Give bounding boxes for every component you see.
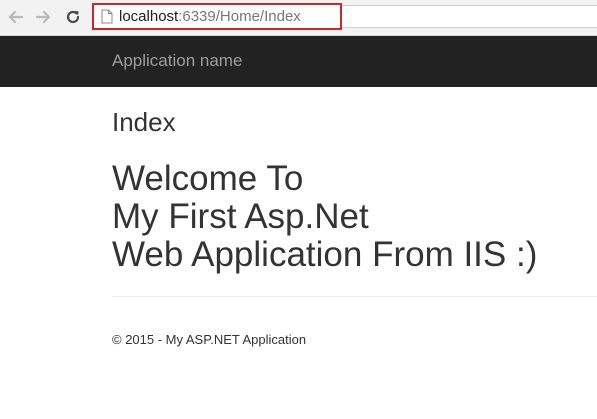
brand-link[interactable]: Application name xyxy=(112,51,242,71)
url-text: localhost:6339/Home/Index xyxy=(119,8,301,26)
welcome-line: Web Application From IIS :) xyxy=(112,235,538,274)
page-title: Index xyxy=(112,107,176,137)
url-path: :6339/Home/Index xyxy=(178,8,301,25)
welcome-line: My First Asp.Net xyxy=(112,197,369,236)
forward-arrow-icon xyxy=(35,10,51,24)
back-button[interactable] xyxy=(6,7,26,27)
footer-divider xyxy=(112,296,597,297)
address-bar-extension[interactable] xyxy=(342,5,597,28)
reload-icon xyxy=(66,10,80,24)
back-arrow-icon xyxy=(8,10,24,24)
page-icon xyxy=(101,9,113,24)
browser-toolbar: localhost:6339/Home/Index xyxy=(0,0,597,36)
reload-button[interactable] xyxy=(63,7,83,27)
site-navbar: Application name xyxy=(0,36,597,87)
url-host: localhost xyxy=(119,8,179,25)
welcome-line: Welcome To xyxy=(112,159,304,198)
footer-copyright: © 2015 - My ASP.NET Application xyxy=(112,332,307,347)
address-bar[interactable]: localhost:6339/Home/Index xyxy=(92,3,342,30)
welcome-heading: Welcome To My First Asp.Net Web Applicat… xyxy=(112,160,537,274)
forward-button[interactable] xyxy=(33,7,53,27)
